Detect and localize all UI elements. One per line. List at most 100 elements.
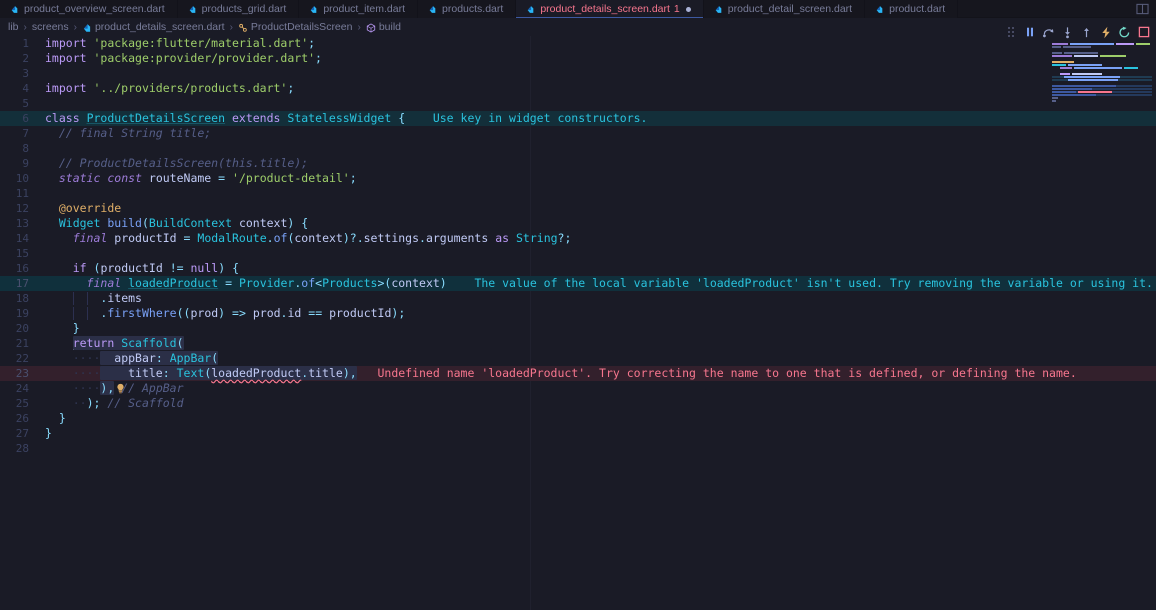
line-number: 11: [15, 187, 29, 200]
line-content: ····), // AppBar: [72, 381, 184, 395]
line-content: ··); // Scaffold: [72, 396, 184, 410]
line-content: }: [72, 321, 80, 335]
code-line[interactable]: 19 .firstWhere((prod) => prod.id == prod…: [0, 306, 1156, 321]
line-number: 1: [22, 37, 29, 50]
code-line[interactable]: 26 }: [0, 411, 1156, 426]
code-line[interactable]: 2 import 'package:provider/provider.dart…: [0, 51, 1156, 66]
editor-tab-product-details-screen[interactable]: product_details_screen.dart 1: [516, 0, 704, 18]
line-content: import 'package:flutter/material.dart';: [45, 36, 316, 50]
code-line[interactable]: 9 // ProductDetailsScreen(this.title);: [0, 156, 1156, 171]
editor-tab-label: product_item.dart: [323, 3, 406, 15]
dart-file-icon: [428, 5, 437, 14]
code-line[interactable]: 6 class ProductDetailsScreen extends Sta…: [0, 111, 1156, 126]
code-line[interactable]: 17 final loadedProduct = Provider.of<Pro…: [0, 276, 1156, 291]
split-editor-icon[interactable]: [1128, 0, 1156, 18]
editor-tab-label: product_overview_screen.dart: [24, 3, 165, 15]
line-content: .firstWhere((prod) => prod.id == product…: [36, 306, 1156, 321]
code-line[interactable]: 12 @override: [0, 201, 1156, 216]
line-content: return Scaffold(: [72, 336, 184, 350]
code-line[interactable]: 22 ···· appBar: AppBar(: [0, 351, 1156, 366]
code-line[interactable]: 14 final productId = ModalRoute.of(conte…: [0, 231, 1156, 246]
breadcrumb-label: build: [378, 21, 401, 33]
breadcrumb-item-file[interactable]: product_details_screen.dart: [82, 21, 225, 33]
breadcrumb-item-lib[interactable]: lib: [8, 21, 19, 33]
breadcrumb-separator-icon: ›: [229, 21, 233, 33]
editor-tab-product-overview-screen[interactable]: product_overview_screen.dart: [0, 0, 178, 18]
editor-tab-label: product.dart: [889, 3, 946, 15]
breadcrumb-separator-icon: ›: [357, 21, 361, 33]
code-line[interactable]: 24 ····), // AppBar: [0, 381, 1156, 396]
editor-tab-label: product_detail_screen.dart: [727, 3, 853, 15]
code-line[interactable]: 27 }: [0, 426, 1156, 441]
code-line[interactable]: 5: [0, 96, 1156, 111]
editor-tab-product[interactable]: product.dart: [865, 0, 959, 18]
ide-window: product_overview_screen.dart products_gr…: [0, 0, 1156, 610]
editor-tab-product-item[interactable]: product_item.dart: [299, 0, 419, 18]
editor-tab-products[interactable]: products.dart: [418, 0, 517, 18]
code-line[interactable]: 25 ··); // Scaffold: [0, 396, 1156, 411]
dart-file-icon: [714, 5, 723, 14]
code-editor[interactable]: 1 import 'package:flutter/material.dart'…: [0, 36, 1156, 610]
method-icon: [366, 22, 375, 33]
line-number: 4: [22, 82, 29, 95]
hot-restart-icon[interactable]: [1116, 24, 1133, 41]
inlay-error: Undefined name 'loadedProduct'. Try corr…: [377, 366, 1077, 380]
code-line[interactable]: 16 if (productId != null) {: [0, 261, 1156, 276]
code-line[interactable]: 20 }: [0, 321, 1156, 336]
line-number: 20: [15, 322, 29, 335]
code-line[interactable]: 18 .items: [0, 291, 1156, 306]
code-line[interactable]: 21 return Scaffold(: [0, 336, 1156, 351]
line-number: 18: [15, 292, 29, 305]
editor-tab-label: product_details_screen.dart: [540, 3, 670, 15]
code-line[interactable]: 7 // final String title;: [0, 126, 1156, 141]
code-minimap[interactable]: [1046, 40, 1156, 102]
step-over-icon[interactable]: [1040, 24, 1057, 41]
pause-icon[interactable]: [1021, 24, 1038, 41]
breadcrumb-item-method[interactable]: build: [366, 21, 401, 33]
stop-icon[interactable]: [1135, 24, 1152, 41]
tab-bar-spacer: [958, 0, 1128, 17]
line-number: 9: [22, 157, 29, 170]
code-line[interactable]: 15: [0, 246, 1156, 261]
code-line[interactable]: 4 import '../providers/products.dart';: [0, 81, 1156, 96]
code-line[interactable]: 23 ···· title: Text(loadedProduct.title)…: [0, 366, 1156, 394]
dart-file-icon: [10, 5, 19, 14]
line-number: 13: [15, 217, 29, 230]
code-line[interactable]: 3: [0, 66, 1156, 81]
code-lines: 1 import 'package:flutter/material.dart'…: [0, 36, 1156, 456]
tab-modified-dot[interactable]: [685, 6, 691, 12]
line-number: 23: [15, 367, 29, 380]
line-content: static const routeName = '/product-detai…: [58, 171, 357, 185]
breadcrumb-separator-icon: ›: [73, 21, 77, 33]
class-icon: [238, 23, 247, 32]
step-into-icon[interactable]: [1059, 24, 1076, 41]
line-number: 7: [22, 127, 29, 140]
line-number: 6: [22, 112, 29, 125]
code-line[interactable]: 10 static const routeName = '/product-de…: [0, 171, 1156, 186]
breadcrumb-label: ProductDetailsScreen: [250, 21, 353, 33]
line-content: .items: [36, 291, 1156, 306]
line-number: 27: [15, 427, 29, 440]
code-line[interactable]: 28: [0, 441, 1156, 456]
code-line[interactable]: 8: [0, 141, 1156, 156]
line-content: }: [58, 411, 66, 425]
breadcrumb-item-screens[interactable]: screens: [32, 21, 69, 33]
breadcrumb-item-class[interactable]: ProductDetailsScreen: [238, 21, 353, 33]
line-content: // ProductDetailsScreen(this.title);: [58, 156, 309, 170]
hot-reload-icon[interactable]: [1097, 24, 1114, 41]
line-content: }: [45, 426, 52, 440]
line-content: import 'package:provider/provider.dart';: [45, 51, 322, 65]
dart-file-icon: [82, 23, 91, 32]
code-line[interactable]: 1 import 'package:flutter/material.dart'…: [0, 36, 1156, 51]
line-number: 22: [15, 352, 29, 365]
code-line[interactable]: 13 Widget build(BuildContext context) {: [0, 216, 1156, 231]
line-number: 5: [22, 97, 29, 110]
inlay-hint: The value of the local variable 'loadedP…: [474, 276, 1153, 290]
code-line[interactable]: 11: [0, 186, 1156, 201]
drag-handle-icon[interactable]: [1002, 24, 1019, 41]
step-out-icon[interactable]: [1078, 24, 1095, 41]
editor-tab-products-grid[interactable]: products_grid.dart: [177, 0, 300, 18]
breadcrumb-label: screens: [31, 21, 69, 33]
editor-tab-label: products_grid.dart: [201, 3, 287, 15]
editor-tab-product-detail-screen[interactable]: product_detail_screen.dart: [703, 0, 866, 18]
